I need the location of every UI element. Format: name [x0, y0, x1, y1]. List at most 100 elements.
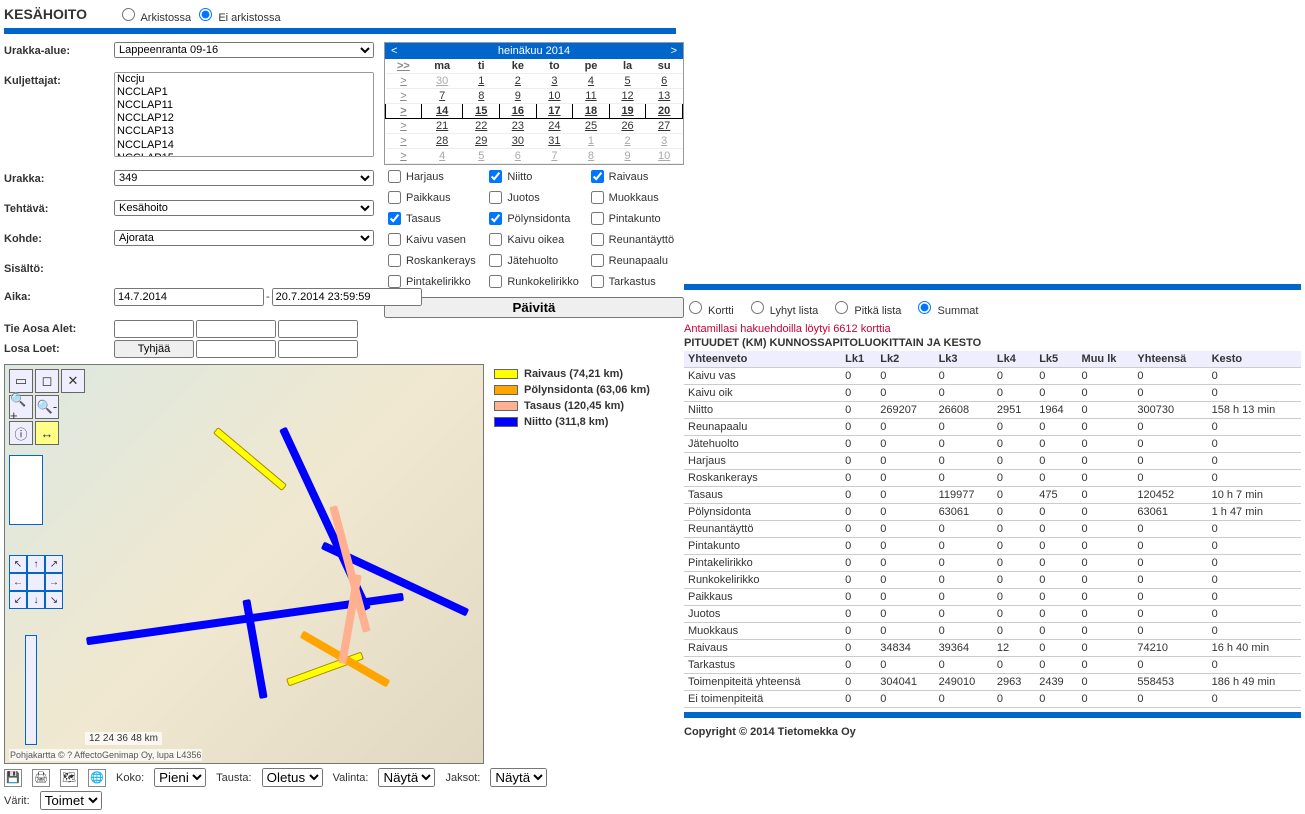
select-koko[interactable]: Pieni	[154, 768, 206, 787]
table-row: Kaivu vas00000000	[684, 368, 1301, 385]
check-niitto[interactable]: Niitto	[485, 167, 582, 186]
table-row: Tarkastus00000000	[684, 657, 1301, 674]
archive-option-a[interactable]: Arkistossa	[117, 12, 191, 24]
input-alet[interactable]	[278, 320, 358, 338]
table-row: Niitto026920726608295119640300730158 h 1…	[684, 402, 1301, 419]
table-row: Muokkaus00000000	[684, 623, 1301, 640]
check-kaivu-oikea[interactable]: Kaivu oikea	[485, 230, 582, 249]
pan-nw-icon[interactable]: ↖	[9, 555, 27, 573]
pan-sw-icon[interactable]: ↙	[9, 591, 27, 609]
check-pintakunto[interactable]: Pintakunto	[587, 209, 684, 228]
check-juotos[interactable]: Juotos	[485, 188, 582, 207]
table-row: Reunapaalu00000000	[684, 419, 1301, 436]
input-aika-to[interactable]	[272, 288, 422, 306]
pan-n-icon[interactable]: ↑	[27, 555, 45, 573]
check-runkokelirikko[interactable]: Runkokelirikko	[485, 272, 582, 291]
check-reunapaalu[interactable]: Reunapaalu	[587, 251, 684, 270]
archive-option-b[interactable]: Ei arkistossa	[194, 12, 280, 24]
map[interactable]: ▭ ◻ ✕ 🔍+ 🔍- ⓘ ↔ ↖↑↗ ← →	[4, 364, 484, 764]
input-aika-from[interactable]	[114, 288, 264, 306]
tool-rect-icon[interactable]: ◻	[35, 369, 59, 393]
check-jätehuolto[interactable]: Jätehuolto	[485, 251, 582, 270]
select-tehtava[interactable]: Kesähoito	[114, 200, 374, 216]
select-kohde[interactable]: Ajorata	[114, 230, 374, 246]
check-tasaus[interactable]: Tasaus	[384, 209, 481, 228]
label-kohde: Kohde:	[4, 230, 104, 245]
label-tausta: Tausta:	[216, 772, 251, 784]
table-row: Raivaus0348343936412007421016 h 40 min	[684, 640, 1301, 657]
pan-se-icon[interactable]: ↘	[45, 591, 63, 609]
divider	[684, 284, 1301, 290]
view-option-0[interactable]: Kortti	[684, 305, 734, 317]
label-tie-aosa-alet: Tie Aosa Alet:	[4, 320, 104, 335]
select-urakka-alue[interactable]: Lappeenranta 09-16	[114, 42, 374, 58]
label-urakka: Urakka:	[4, 170, 104, 185]
measure-icon[interactable]: ↔	[35, 421, 59, 445]
pan-ne-icon[interactable]: ↗	[45, 555, 63, 573]
check-pölynsidonta[interactable]: Pölynsidonta	[485, 209, 582, 228]
pan-controls[interactable]: ↖↑↗ ← → ↙↓↘	[9, 555, 63, 609]
check-reunantäyttö[interactable]: Reunantäyttö	[587, 230, 684, 249]
table-row: Pintakunto00000000	[684, 538, 1301, 555]
label-losa-loet: Losa Loet:	[4, 340, 104, 355]
pan-s-icon[interactable]: ↓	[27, 591, 45, 609]
table-row: Tasaus001199770475012045210 h 7 min	[684, 487, 1301, 504]
table-row: Jätehuolto00000000	[684, 436, 1301, 453]
update-button[interactable]: Päivitä	[384, 297, 684, 318]
select-varit[interactable]: Toimet	[40, 791, 102, 810]
pan-e-icon[interactable]: →	[45, 573, 63, 591]
zoom-slider[interactable]	[25, 635, 37, 745]
cal-next[interactable]: >	[671, 45, 677, 57]
legend-item: Tasaus (120,45 km)	[494, 400, 674, 412]
input-tie[interactable]	[114, 320, 194, 338]
check-roskankerays[interactable]: Roskankerays	[384, 251, 481, 270]
divider	[684, 712, 1301, 718]
check-muokkaus[interactable]: Muokkaus	[587, 188, 684, 207]
pan-w-icon[interactable]: ←	[9, 573, 27, 591]
check-tarkastus[interactable]: Tarkastus	[587, 272, 684, 291]
archive-radio-group: Arkistossa Ei arkistossa	[117, 5, 281, 24]
print-icon[interactable]: 🖨	[32, 769, 50, 787]
save-icon[interactable]: 💾	[4, 769, 22, 787]
clear-button[interactable]: Tyhjää	[114, 340, 194, 358]
calendar[interactable]: < heinäkuu 2014 > >>matiketopelasu>30123…	[384, 42, 684, 165]
select-valinta[interactable]: Näytä	[378, 768, 435, 787]
input-aosa[interactable]	[196, 320, 276, 338]
label-varit: Värit:	[4, 795, 30, 807]
label-aika: Aika:	[4, 288, 104, 303]
input-loet[interactable]	[278, 340, 358, 358]
label-tehtava: Tehtävä:	[4, 200, 104, 215]
check-kaivu-vasen[interactable]: Kaivu vasen	[384, 230, 481, 249]
select-jaksot[interactable]: Näytä	[490, 768, 547, 787]
table-title: PITUUDET (KM) KUNNOSSAPITOLUOKITTAIN JA …	[684, 337, 1301, 349]
label-sisalto: Sisältö:	[4, 260, 104, 275]
check-raivaus[interactable]: Raivaus	[587, 167, 684, 186]
divider	[4, 28, 676, 34]
label-valinta: Valinta:	[333, 772, 369, 784]
table-row: Juotos00000000	[684, 606, 1301, 623]
label-koko: Koko:	[116, 772, 144, 784]
legend-item: Niitto (311,8 km)	[494, 416, 674, 428]
select-tausta[interactable]: Oletus	[262, 768, 323, 787]
input-losa[interactable]	[196, 340, 276, 358]
info-icon[interactable]: ⓘ	[9, 421, 33, 445]
select-urakka[interactable]: 349	[114, 170, 374, 186]
zoom-out-icon[interactable]: 🔍-	[35, 395, 59, 419]
view-option-3[interactable]: Summat	[913, 305, 978, 317]
label-urakka-alue: Urakka-alue:	[4, 42, 104, 57]
table-row: Roskankerays00000000	[684, 470, 1301, 487]
cal-prev[interactable]: <	[391, 45, 397, 57]
zoom-in-icon[interactable]: 🔍+	[9, 395, 33, 419]
tool-clear-icon[interactable]: ✕	[61, 369, 85, 393]
minimap[interactable]	[9, 455, 43, 525]
view-option-2[interactable]: Pitkä lista	[830, 305, 901, 317]
list-kuljettajat[interactable]: NccjuNCCLAP1NCCLAP11NCCLAP12NCCLAP13NCCL…	[114, 72, 374, 157]
results-table: YhteenvetoLk1Lk2Lk3Lk4Lk5Muu lkYhteensäK…	[684, 351, 1301, 708]
tool-select-icon[interactable]: ▭	[9, 369, 33, 393]
map-scale: 12 24 36 48 km	[85, 732, 162, 745]
layers-icon[interactable]: 🗺	[60, 769, 78, 787]
check-harjaus[interactable]: Harjaus	[384, 167, 481, 186]
globe-icon[interactable]: 🌐	[88, 769, 106, 787]
view-option-1[interactable]: Lyhyt lista	[746, 305, 819, 317]
check-paikkaus[interactable]: Paikkaus	[384, 188, 481, 207]
